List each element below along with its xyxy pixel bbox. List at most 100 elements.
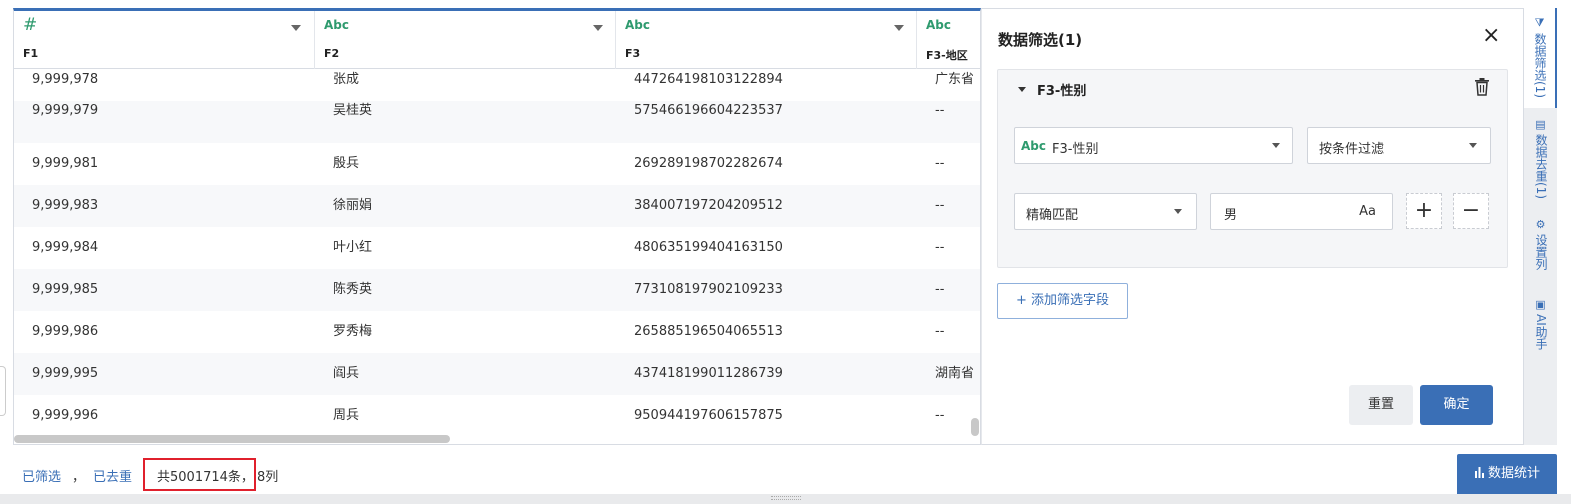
tab-data-filter[interactable]: ⧩ 数据筛选(1)	[1524, 8, 1557, 108]
filter-value-input[interactable]: 男 Aa	[1210, 193, 1393, 230]
data-grid: # F1 Abc F2 Abc F3 Abc F3-地区 9,999,978 张…	[13, 8, 981, 445]
filtered-link[interactable]: 已筛选	[22, 466, 61, 485]
cell-f1: 9,999,984	[32, 240, 99, 255]
text-type-icon: Abc	[324, 18, 349, 32]
caret-down-icon[interactable]	[1018, 87, 1026, 92]
case-sensitive-toggle[interactable]: Aa	[1359, 204, 1376, 219]
match-type-select[interactable]: 精确匹配	[1014, 193, 1197, 230]
horizontal-scrollbar[interactable]	[14, 435, 450, 443]
cell-f3: 269289198702282674	[634, 156, 783, 171]
filter-mode-select[interactable]: 按条件过滤	[1307, 127, 1491, 164]
collapse-handle[interactable]	[0, 366, 6, 416]
column-header-f3[interactable]: Abc F3	[616, 11, 917, 69]
cell-f2: 徐丽娟	[333, 198, 373, 213]
gear-icon: ⚙	[1535, 218, 1546, 231]
table-row[interactable]: 9,999,985 陈秀英 773108197902109233 --	[14, 269, 980, 311]
remove-condition-button[interactable]: −	[1453, 193, 1489, 229]
resize-bar[interactable]	[0, 494, 1571, 504]
cell-f1: 9,999,985	[32, 282, 99, 297]
cell-f4: 湖南省	[935, 366, 973, 381]
table-row[interactable]: 9,999,986 罗秀梅 265885196504065513 --	[14, 311, 980, 353]
reset-button[interactable]: 重置	[1349, 385, 1413, 425]
tab-label: AI助手	[1534, 314, 1548, 350]
cell-f2: 阎兵	[333, 366, 360, 381]
tab-ai-assistant[interactable]: ▣ AI助手	[1524, 298, 1557, 368]
cell-f3: 575466196604223537	[634, 103, 783, 118]
cell-f3: 437418199011286739	[634, 366, 783, 381]
cell-f4: --	[935, 408, 945, 423]
highlight-box	[143, 458, 256, 491]
column-name: F3	[625, 47, 641, 60]
cell-f4: --	[935, 156, 945, 171]
filter-mode-value: 按条件过滤	[1319, 142, 1385, 157]
chevron-down-icon	[1272, 143, 1280, 148]
table-row[interactable]: 9,999,996 周兵 950944197606157875 --	[14, 395, 980, 437]
column-name: F2	[324, 47, 340, 60]
tab-label: 设置列	[1534, 234, 1548, 270]
side-tab-bar: ⧩ 数据筛选(1) ▤ 数据去重(1) ⚙ 设置列 ▣ AI助手	[1524, 8, 1557, 445]
cell-f2: 吴桂英	[333, 103, 373, 118]
vertical-scrollbar[interactable]	[971, 418, 979, 436]
cell-f4: --	[935, 103, 945, 118]
cell-f1: 9,999,981	[32, 156, 99, 171]
deduplicated-link[interactable]: 已去重	[93, 466, 132, 485]
match-type-value: 精确匹配	[1026, 208, 1079, 223]
table-row[interactable]: 9,999,983 徐丽娟 384007197204209512 --	[14, 185, 980, 227]
tab-data-dedupe[interactable]: ▤ 数据去重(1)	[1524, 116, 1557, 212]
field-select-value: F3-性别	[1052, 142, 1099, 157]
chevron-down-icon[interactable]	[894, 25, 904, 31]
table-row[interactable]: 9,999,979 吴桂英 575466196604223537 --	[14, 101, 980, 143]
cell-f2: 罗秀梅	[333, 324, 373, 339]
column-header-f1[interactable]: # F1	[14, 11, 315, 69]
footer-separator: ，	[72, 470, 86, 485]
close-icon[interactable]: ×	[1482, 25, 1500, 47]
table-row[interactable]: 9,999,995 阎兵 437418199011286739 湖南省	[14, 353, 980, 395]
chevron-down-icon[interactable]	[291, 25, 301, 31]
dedupe-icon: ▤	[1535, 118, 1546, 131]
column-header-f2[interactable]: Abc F2	[315, 11, 616, 69]
cell-f1: 9,999,979	[32, 103, 99, 118]
cell-f1: 9,999,996	[32, 408, 99, 423]
cell-f2: 殷兵	[333, 156, 360, 171]
tab-column-settings[interactable]: ⚙ 设置列	[1524, 218, 1557, 288]
filter-condition: F3-性别 Abc F3-性别 按条件过滤 精确匹配 男 Aa + −	[997, 69, 1508, 268]
cell-f4: --	[935, 282, 945, 297]
text-type-icon: Abc	[625, 18, 650, 32]
cell-f4: --	[935, 240, 945, 255]
column-header-f3-region[interactable]: Abc F3-地区	[917, 11, 980, 69]
cell-f1: 9,999,995	[32, 366, 99, 381]
chevron-down-icon[interactable]	[593, 25, 603, 31]
robot-icon: ▣	[1535, 298, 1546, 311]
bar-chart-icon	[1474, 467, 1484, 478]
cell-f2: 叶小红	[333, 240, 373, 255]
grid-body: 9,999,978 张成 447264198103122894 广东省 9,99…	[14, 69, 980, 437]
cell-f1: 9,999,983	[32, 198, 99, 213]
condition-field-title: F3-性别	[1037, 84, 1087, 99]
text-type-icon: Abc	[1021, 139, 1046, 153]
column-count: 8列	[257, 470, 279, 485]
number-type-icon: #	[23, 15, 38, 35]
cell-f3: 265885196504065513	[634, 324, 783, 339]
grip-icon[interactable]	[771, 496, 801, 500]
chevron-down-icon	[1469, 143, 1477, 148]
cell-f1: 9,999,986	[32, 324, 99, 339]
stats-label: 数据统计	[1487, 466, 1540, 481]
field-select[interactable]: Abc F3-性别	[1014, 127, 1293, 164]
table-row[interactable]: 9,999,981 殷兵 269289198702282674 --	[14, 143, 980, 185]
tab-label: 数据去重(1)	[1534, 134, 1548, 199]
data-statistics-button[interactable]: 数据统计	[1457, 454, 1557, 494]
table-row[interactable]: 9,999,978 张成 447264198103122894 广东省	[14, 69, 980, 101]
tab-label: 数据筛选(1)	[1533, 33, 1547, 98]
confirm-button[interactable]: 确定	[1420, 385, 1493, 425]
trash-icon[interactable]	[1474, 78, 1490, 96]
add-condition-button[interactable]: +	[1406, 193, 1442, 229]
text-type-icon: Abc	[926, 18, 951, 32]
cell-f2: 周兵	[333, 408, 360, 423]
table-row[interactable]: 9,999,984 叶小红 480635199404163150 --	[14, 227, 980, 269]
filter-panel: 数据筛选(1) × F3-性别 Abc F3-性别 按条件过滤 精确匹配 男 A…	[981, 8, 1524, 445]
add-filter-field-button[interactable]: + 添加筛选字段	[997, 283, 1128, 319]
column-name: F3-地区	[926, 49, 968, 62]
cell-f4: --	[935, 324, 945, 339]
cell-f3: 384007197204209512	[634, 198, 783, 213]
filter-value-text: 男	[1224, 208, 1238, 223]
